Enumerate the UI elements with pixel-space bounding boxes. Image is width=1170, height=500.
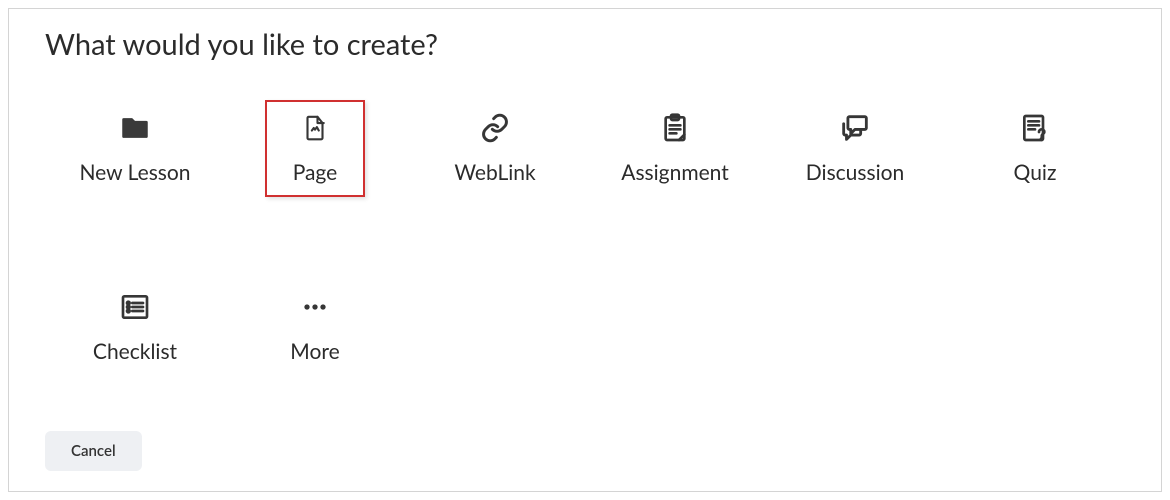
tile-label: Quiz bbox=[1014, 160, 1057, 185]
tile-grid: New Lesson Page WebLink bbox=[45, 100, 1125, 376]
tile-checklist[interactable]: Checklist bbox=[85, 279, 185, 376]
tile-label: New Lesson bbox=[79, 160, 190, 185]
dialog-footer: Cancel bbox=[45, 431, 142, 471]
assignment-icon bbox=[657, 110, 693, 146]
tile-label: Checklist bbox=[93, 339, 177, 364]
quiz-icon bbox=[1017, 110, 1053, 146]
create-dialog: What would you like to create? New Lesso… bbox=[8, 8, 1162, 492]
tile-discussion[interactable]: Discussion bbox=[805, 100, 905, 197]
discussion-icon bbox=[837, 110, 873, 146]
tile-more[interactable]: More bbox=[265, 279, 365, 376]
tile-new-lesson[interactable]: New Lesson bbox=[85, 100, 185, 197]
link-icon bbox=[477, 110, 513, 146]
tile-label: More bbox=[290, 339, 339, 364]
page-icon bbox=[297, 110, 333, 146]
tile-label: WebLink bbox=[454, 160, 535, 185]
checklist-icon bbox=[117, 289, 153, 325]
tile-assignment[interactable]: Assignment bbox=[625, 100, 725, 197]
tile-page[interactable]: Page bbox=[265, 100, 365, 197]
tile-label: Page bbox=[293, 160, 338, 185]
tile-weblink[interactable]: WebLink bbox=[445, 100, 545, 197]
folder-icon bbox=[117, 110, 153, 146]
dialog-title: What would you like to create? bbox=[45, 27, 1125, 62]
tile-quiz[interactable]: Quiz bbox=[985, 100, 1085, 197]
cancel-button[interactable]: Cancel bbox=[45, 431, 142, 471]
more-icon bbox=[297, 289, 333, 325]
tile-label: Assignment bbox=[621, 160, 729, 185]
tile-label: Discussion bbox=[806, 160, 904, 185]
